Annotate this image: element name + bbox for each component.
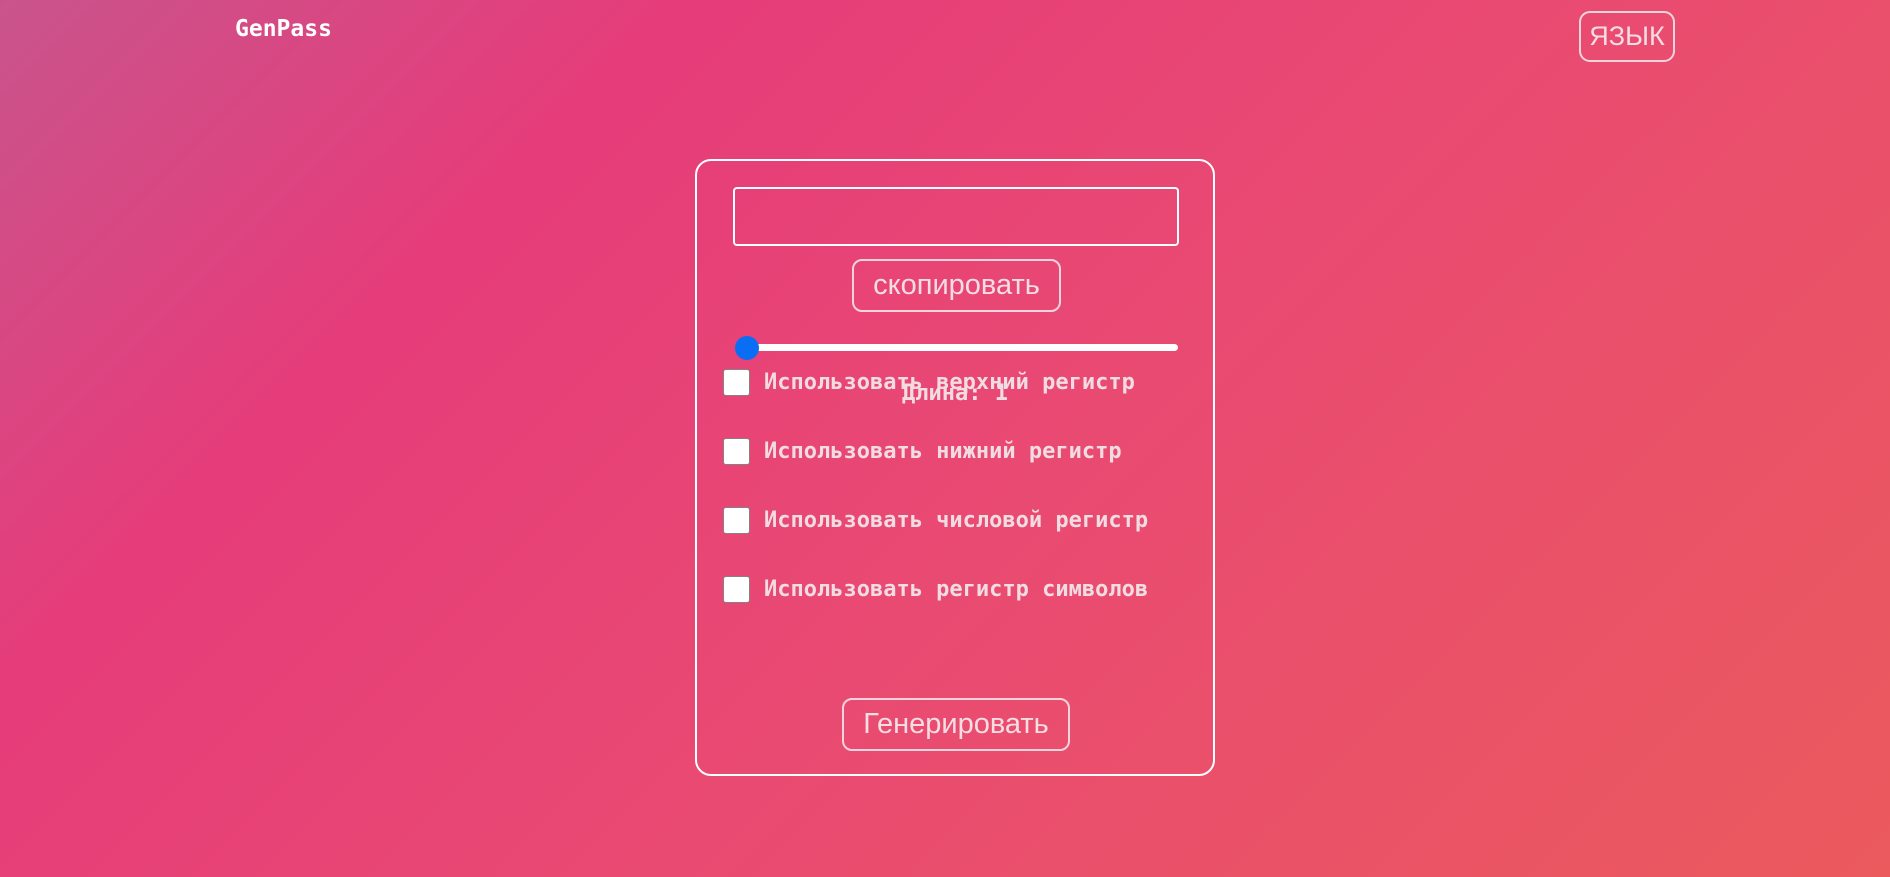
option-uppercase[interactable]: Использовать верхний регистр	[723, 367, 1135, 397]
copy-button[interactable]: скопировать	[852, 259, 1061, 312]
slider-thumb[interactable]	[735, 336, 759, 360]
length-slider[interactable]	[735, 336, 1178, 360]
option-symbols[interactable]: Использовать регистр символов	[723, 574, 1148, 604]
option-numbers[interactable]: Использовать числовой регистр	[723, 505, 1148, 535]
symbols-checkbox[interactable]	[723, 575, 750, 603]
uppercase-label[interactable]: Использовать верхний регистр	[764, 370, 1135, 395]
generate-button[interactable]: Генерировать	[842, 698, 1070, 751]
numbers-checkbox[interactable]	[723, 506, 750, 534]
language-button[interactable]: ЯЗЫК	[1579, 11, 1675, 62]
password-output-field[interactable]	[733, 187, 1179, 246]
numbers-label[interactable]: Использовать числовой регистр	[764, 508, 1148, 533]
lowercase-checkbox[interactable]	[723, 437, 750, 465]
brand-logo: GenPass	[235, 16, 332, 42]
lowercase-label[interactable]: Использовать нижний регистр	[764, 439, 1122, 464]
uppercase-checkbox[interactable]	[723, 368, 750, 396]
symbols-label[interactable]: Использовать регистр символов	[764, 577, 1148, 602]
generator-card: скопировать Длина: 1 Использовать верхни…	[695, 159, 1215, 776]
option-lowercase[interactable]: Использовать нижний регистр	[723, 436, 1122, 466]
slider-track[interactable]	[735, 344, 1178, 351]
